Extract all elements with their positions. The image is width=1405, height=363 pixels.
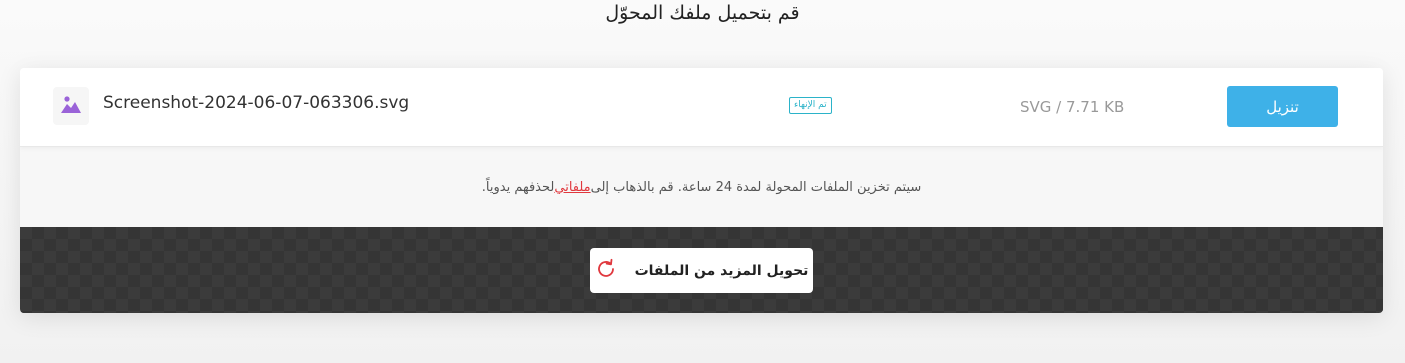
notice-text-after: لحذفهم يدوياً. [481,179,555,195]
image-icon [61,95,81,117]
storage-notice: سيتم تخزين الملفات المحولة لمدة 24 ساعة.… [20,147,1383,227]
convert-more-button[interactable]: تحويل المزيد من الملفات [590,248,813,293]
refresh-icon [595,258,617,284]
file-size: SVG / 7.71 KB [1020,98,1125,116]
status-badge: تم الإنهاء [789,97,832,114]
download-button[interactable]: تنزيل [1227,86,1338,127]
page: قم بتحميل ملفك المحوّل Screenshot-2024-0… [0,0,1405,363]
file-thumbnail [53,87,89,125]
result-card: Screenshot-2024-06-07-063306.svg تم الإن… [20,68,1383,313]
convert-more-label: تحويل المزيد من الملفات [634,262,809,279]
notice-text-before: سيتم تخزين الملفات المحولة لمدة 24 ساعة.… [590,179,922,195]
page-title: قم بتحميل ملفك المحوّل [605,2,800,24]
file-name: Screenshot-2024-06-07-063306.svg [103,93,410,113]
my-files-link[interactable]: ملفاتي [554,180,590,195]
convert-more-section: تحويل المزيد من الملفات [20,227,1383,313]
file-row: Screenshot-2024-06-07-063306.svg تم الإن… [20,68,1383,147]
